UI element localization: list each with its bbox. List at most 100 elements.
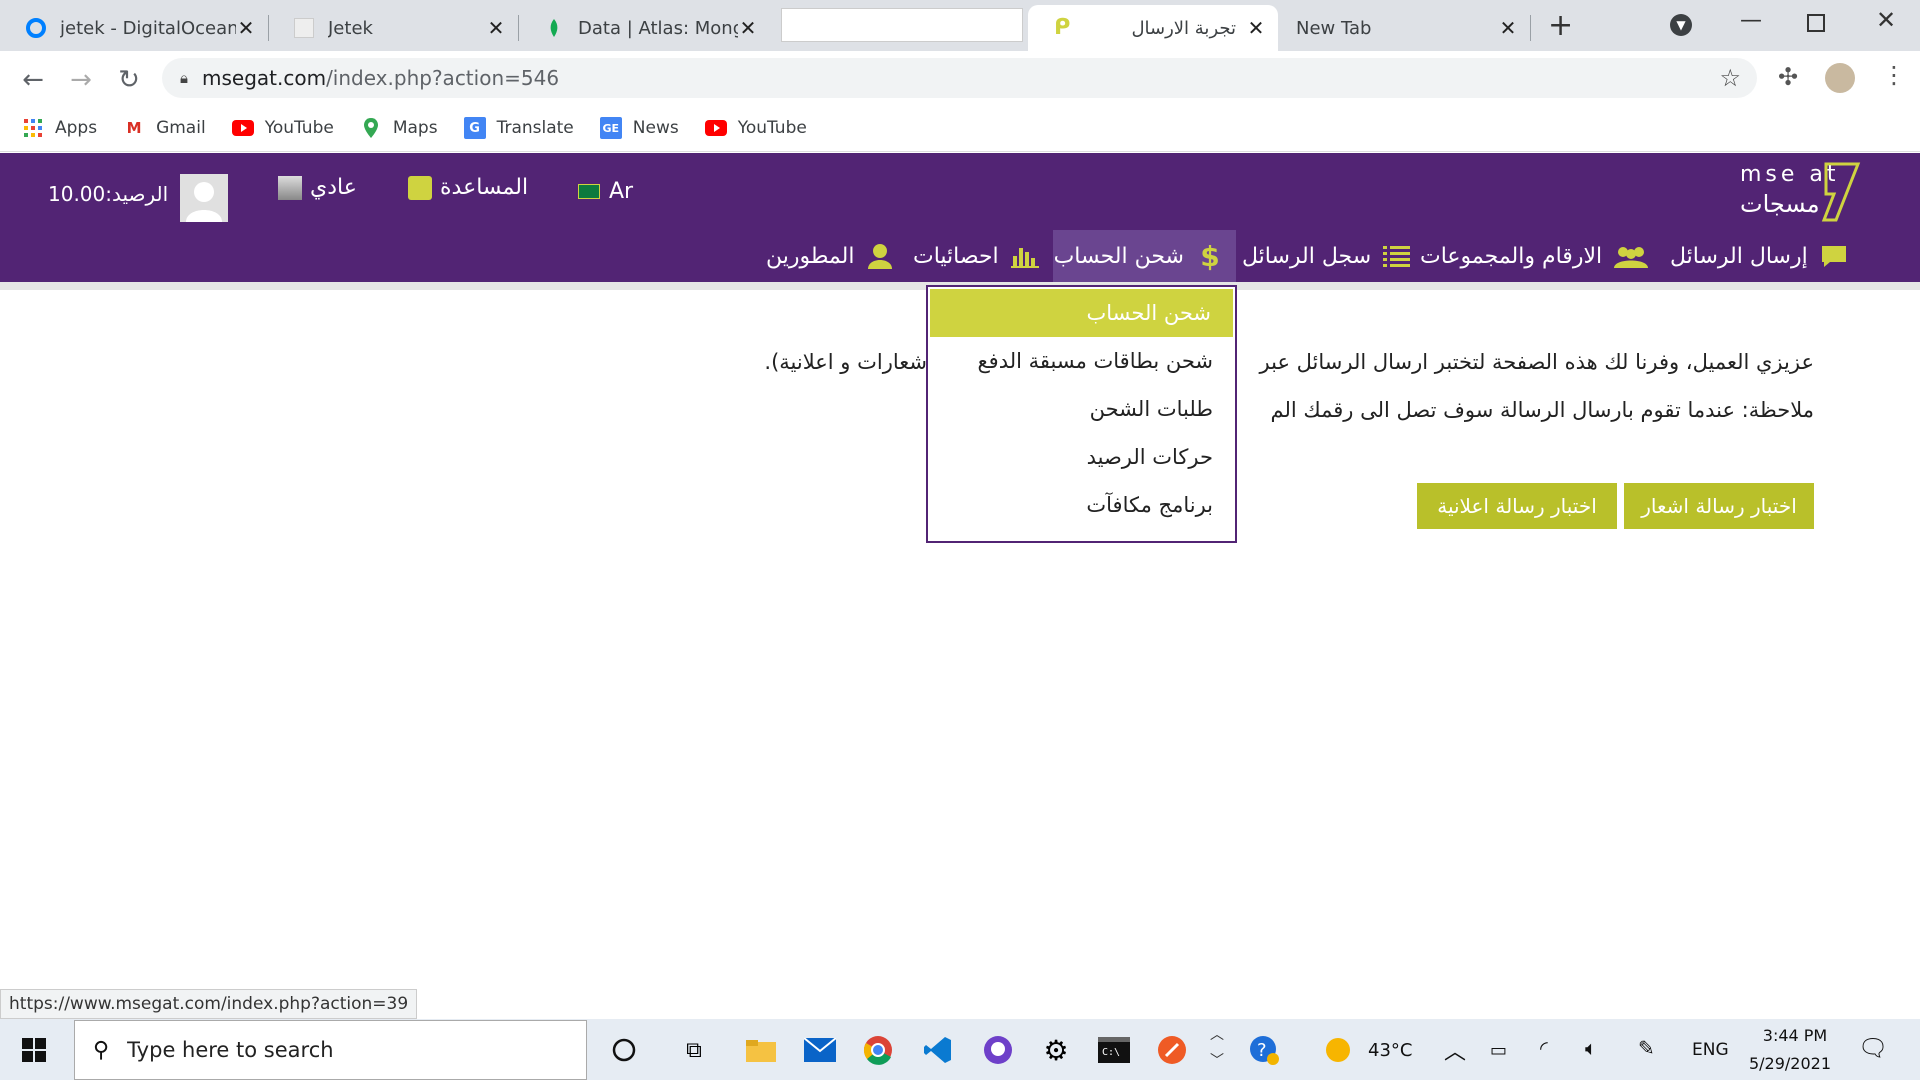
jetek-favicon-icon <box>294 18 314 38</box>
bookmark-gmail[interactable]: M Gmail <box>123 117 206 139</box>
dropdown-item-rewards-program[interactable]: برنامج مكافآت <box>928 481 1235 529</box>
new-tab-button[interactable]: + <box>1548 8 1573 43</box>
news-icon: GE <box>599 117 622 139</box>
help-question-icon[interactable]: ? <box>1248 1034 1280 1066</box>
url-text: msegat.com/index.php?action=546 <box>201 66 560 90</box>
tab-title: New Tab <box>1296 17 1372 39</box>
tab-mongodb-atlas[interactable]: Data | Atlas: MongoD ✕ <box>518 5 770 51</box>
speaker-icon[interactable]: 🔈︎ <box>1585 1036 1597 1060</box>
status-bar-url: https://www.msegat.com/index.php?action=… <box>0 989 418 1019</box>
extensions-puzzle-icon[interactable]: ✣ <box>1778 63 1798 91</box>
user-avatar[interactable] <box>180 174 228 222</box>
users-group-icon <box>1612 242 1650 270</box>
dropdown-item-recharge[interactable]: شحن الحساب <box>930 289 1233 337</box>
close-window-icon[interactable]: ✕ <box>1876 6 1896 34</box>
postman-icon[interactable] <box>1156 1034 1188 1066</box>
tab-jetek[interactable]: Jetek ✕ <box>268 5 518 51</box>
bookmark-translate[interactable]: G Translate <box>463 117 574 139</box>
bookmark-youtube[interactable]: YouTube <box>231 117 334 139</box>
language-switch[interactable]: Ar <box>578 179 633 204</box>
svg-text:C:\: C:\ <box>1102 1047 1120 1058</box>
lock-icon: 🔒︎ <box>180 69 188 87</box>
vscode-icon[interactable] <box>922 1034 954 1066</box>
chrome-menu-icon[interactable]: ⋮ <box>1882 61 1906 89</box>
taskbar-search-box[interactable]: ⚲ Type here to search <box>74 1020 587 1080</box>
close-tab-icon[interactable]: ✕ <box>1246 16 1266 40</box>
list-icon <box>1381 242 1413 270</box>
chrome-icon[interactable] <box>862 1034 894 1066</box>
restore-icon[interactable] <box>1807 14 1825 32</box>
bookmark-maps[interactable]: Maps <box>360 117 438 139</box>
taskbar-scroll-arrows[interactable]: ︿ ﹀ <box>1210 1022 1224 1074</box>
test-notice-message-button[interactable]: اختبار رسالة اشعار <box>1624 483 1814 529</box>
forward-arrow-icon[interactable]: → <box>66 65 96 95</box>
bar-chart-icon <box>1009 242 1041 270</box>
browser-tab-bar: jetek - DigitalOcean ✕ Jetek ✕ Data | At… <box>0 0 1920 51</box>
svg-text:?: ? <box>1257 1040 1267 1061</box>
mail-icon[interactable] <box>804 1034 836 1066</box>
close-tab-icon[interactable]: ✕ <box>486 16 506 40</box>
wifi-icon[interactable]: ◜ <box>1540 1036 1548 1060</box>
minimize-icon[interactable]: — <box>1740 8 1762 33</box>
bookmark-apps[interactable]: Apps <box>22 117 97 139</box>
tab-title: jetek - DigitalOcean <box>60 17 236 39</box>
menu-account-billing[interactable]: $ شحن الحساب <box>1053 230 1236 282</box>
tab-blank[interactable] <box>781 8 1023 42</box>
cortana-icon[interactable] <box>608 1034 640 1066</box>
mongodb-leaf-icon <box>544 18 564 38</box>
clock-time[interactable]: 3:44 PM <box>1755 1026 1835 1045</box>
profile-avatar[interactable] <box>1825 63 1855 93</box>
bookmark-star-icon[interactable]: ☆ <box>1719 64 1741 92</box>
bookmark-news[interactable]: GE News <box>599 117 679 139</box>
tab-new-tab[interactable]: New Tab ✕ <box>1278 5 1530 51</box>
help-link[interactable]: المساعدة <box>408 175 528 200</box>
terminal-icon[interactable]: C:\ <box>1098 1034 1130 1066</box>
menu-numbers-groups[interactable]: الارقام والمجموعات <box>1420 230 1650 282</box>
bookmark-youtube-2[interactable]: YouTube <box>704 117 807 139</box>
test-ad-message-button[interactable]: اختبار رسالة اعلانية <box>1417 483 1617 529</box>
tab-title: Jetek <box>328 17 373 39</box>
tab-search-icon[interactable]: ▼ <box>1670 14 1692 36</box>
windows-start-icon[interactable] <box>22 1038 46 1066</box>
clock-date[interactable]: 5/29/2021 <box>1745 1054 1835 1073</box>
settings-gear-icon[interactable]: ⚙ <box>1040 1034 1072 1067</box>
apps-grid-icon <box>22 117 44 139</box>
address-toolbar: ← → ↻ 🔒︎ msegat.com/index.php?action=546… <box>0 51 1920 105</box>
account-type[interactable]: عادي <box>278 175 357 200</box>
tab-title: Data | Atlas: MongoD <box>578 17 738 39</box>
logo-latin-text: mse at <box>1740 162 1840 187</box>
gmail-icon: M <box>126 119 142 137</box>
help-book-icon <box>408 175 432 200</box>
menu-send-messages[interactable]: إرسال الرسائل <box>1670 230 1850 282</box>
menu-statistics[interactable]: احصائيات <box>913 230 1041 282</box>
logo-arabic-text: مسجات <box>1740 190 1820 218</box>
file-explorer-icon[interactable] <box>745 1034 777 1066</box>
github-desktop-icon[interactable] <box>982 1034 1014 1066</box>
chevron-up-icon[interactable]: ︿ <box>1444 1034 1466 1066</box>
bookmarks-bar: Apps M Gmail YouTube Maps G Translate GE Ne… <box>0 105 1920 152</box>
dollar-icon: $ <box>1200 239 1220 273</box>
tab-sending-test[interactable]: ᑭ تجربة الارسال ✕ <box>1028 5 1278 51</box>
battery-icon[interactable]: ▭ <box>1490 1040 1507 1061</box>
reload-icon[interactable]: ↻ <box>114 65 144 95</box>
task-view-icon[interactable]: ⧉ <box>678 1034 710 1066</box>
back-arrow-icon[interactable]: ← <box>18 65 48 95</box>
input-language[interactable]: ENG <box>1692 1040 1729 1060</box>
dropdown-item-balance-transactions[interactable]: حركات الرصيد <box>928 433 1235 481</box>
close-tab-icon[interactable]: ✕ <box>1498 16 1518 40</box>
weather-sun-icon[interactable] <box>1322 1034 1354 1066</box>
menu-message-log[interactable]: سجل الرسائل <box>1242 230 1413 282</box>
dropdown-item-recharge-requests[interactable]: طلبات الشحن <box>928 385 1235 433</box>
menu-developers[interactable]: المطورين <box>766 230 896 282</box>
dropdown-item-prepaid-cards[interactable]: شحن بطاقات مسبقة الدفع <box>928 337 1235 385</box>
close-tab-icon[interactable]: ✕ <box>738 16 758 40</box>
notifications-icon[interactable]: 🗨︎ <box>1858 1034 1888 1062</box>
msegat-logo[interactable]: mse at مسجات <box>1738 160 1878 226</box>
close-tab-icon[interactable]: ✕ <box>236 16 256 40</box>
msegat-favicon-icon: ᑭ <box>1054 15 1071 40</box>
weather-temperature[interactable]: 43°C <box>1368 1040 1412 1061</box>
tab-digitalocean[interactable]: jetek - DigitalOcean ✕ <box>0 5 268 51</box>
note-text: ملاحظة: عندما تقوم بارسال الرسالة سوف تص… <box>1270 398 1815 422</box>
omnibox[interactable]: 🔒︎ msegat.com/index.php?action=546 ☆ <box>162 58 1757 98</box>
pen-icon[interactable]: ✎ <box>1638 1036 1655 1060</box>
